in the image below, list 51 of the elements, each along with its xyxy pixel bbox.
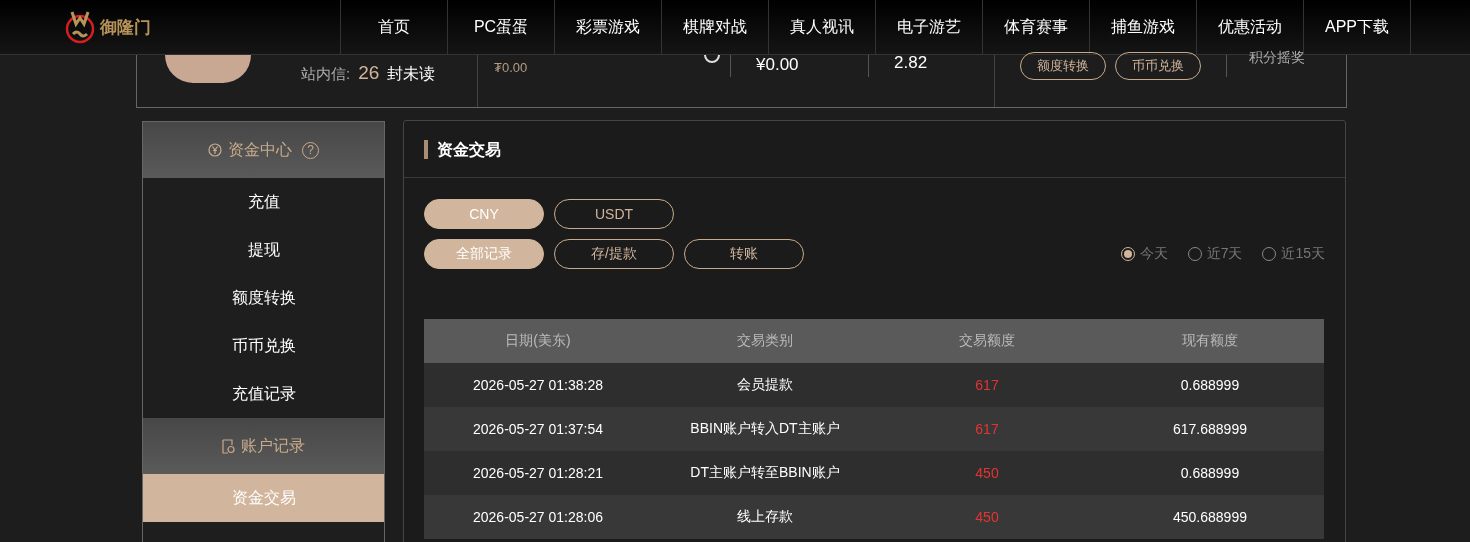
table-cell: 2026-05-27 01:28:21	[424, 451, 652, 495]
sidebar-item[interactable]: 额度转换	[143, 274, 384, 322]
unread-label: 封未读	[387, 64, 436, 84]
table-cell: 617	[878, 363, 1096, 407]
cny-balance: ¥0.00	[756, 55, 800, 75]
nav-link[interactable]: 电子游艺	[875, 0, 982, 55]
sidebar-item[interactable]: 充值	[143, 178, 384, 226]
logo-text: 御隆门	[100, 16, 151, 39]
coin-icon	[208, 143, 222, 157]
column-header: 交易额度	[878, 319, 1096, 363]
nav-link[interactable]: 彩票游戏	[554, 0, 661, 55]
radio-label[interactable]: 近15天	[1281, 245, 1325, 263]
table-cell: 617.688999	[1096, 407, 1324, 451]
table-cell: 617	[878, 407, 1096, 451]
usdt-balance: ₮0.00	[494, 60, 529, 75]
table-cell: 会员提款	[652, 363, 878, 407]
table-cell: 2026-05-27 01:28:06	[424, 495, 652, 539]
nav-link[interactable]: 首页	[340, 0, 447, 55]
nav-link[interactable]: 捕鱼游戏	[1089, 0, 1196, 55]
table-cell: DT主账户转至BBIN账户	[652, 451, 878, 495]
column-header: 现有额度	[1096, 319, 1324, 363]
table-cell: 2026-05-27 01:38:28	[424, 363, 652, 407]
section-title: 资金交易	[424, 139, 501, 159]
table-cell: 线上存款	[652, 495, 878, 539]
document-icon	[222, 438, 235, 454]
section-title: 账户记录	[241, 435, 305, 456]
logo-icon	[64, 10, 96, 44]
message-label: 站内信:	[301, 65, 351, 84]
radio-label[interactable]: 近7天	[1206, 245, 1243, 263]
nav-link[interactable]: APP下载	[1303, 0, 1410, 55]
points-balance: 2.82	[894, 53, 928, 73]
table-cell: 0.688999	[1096, 451, 1324, 495]
table-cell: 450	[878, 451, 1096, 495]
column-header: 交易类别	[652, 319, 878, 363]
nav-link[interactable]: 真人视讯	[768, 0, 875, 55]
nav-link[interactable]: 体育赛事	[982, 0, 1089, 55]
sidebar-item[interactable]: 充值记录	[143, 370, 384, 418]
section-title: 资金中心	[228, 139, 292, 160]
table-cell: 450.688999	[1096, 495, 1324, 539]
sidebar-item[interactable]: 提现	[143, 226, 384, 274]
radio-label[interactable]: 今天	[1139, 245, 1168, 263]
refresh-icon[interactable]	[704, 55, 720, 63]
table-cell: 450	[878, 495, 1096, 539]
nav-link[interactable]: 棋牌对战	[661, 0, 768, 55]
table-cell: BBIN账户转入DT主账户	[652, 407, 878, 451]
column-header: 日期(美东)	[424, 319, 652, 363]
sidebar-item[interactable]: 币币兑换	[143, 322, 384, 370]
table-cell: 0.688999	[1096, 363, 1324, 407]
unread-count: 26	[358, 62, 380, 84]
nav-link[interactable]: PC蛋蛋	[447, 0, 554, 55]
table-cell: 2026-05-27 01:37:54	[424, 407, 652, 451]
